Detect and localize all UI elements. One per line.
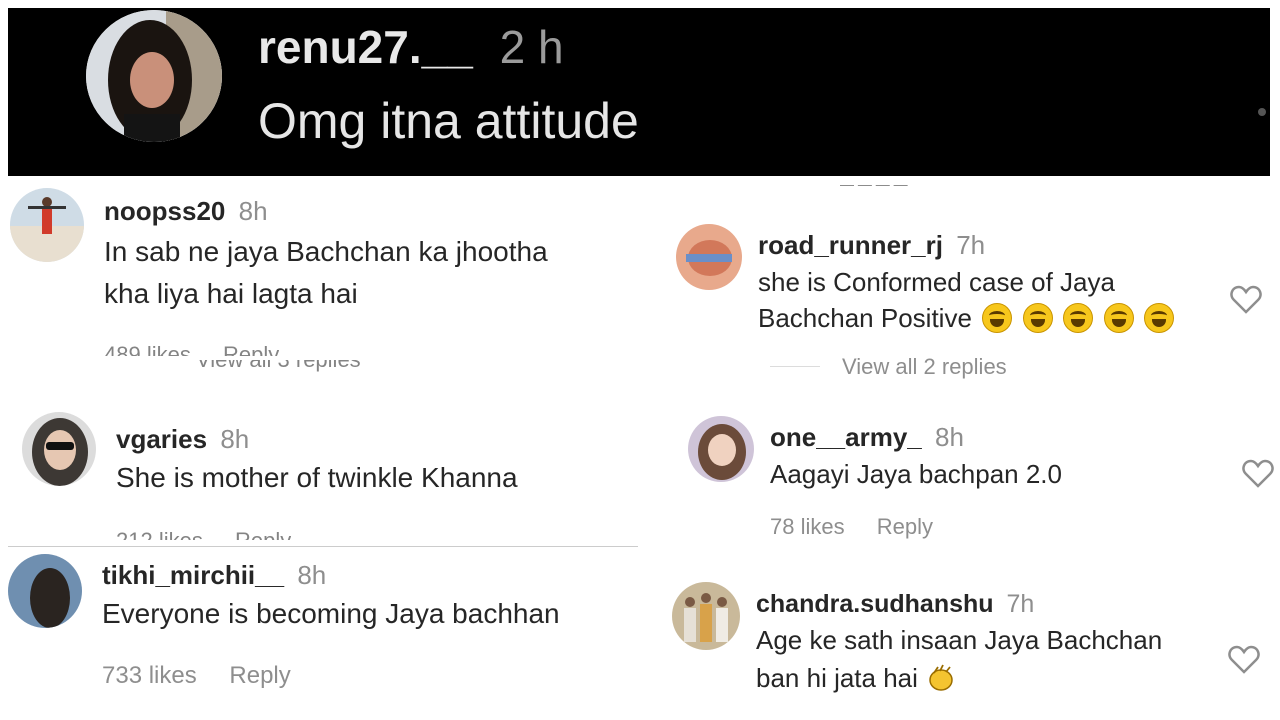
laughing-emoji-icon (1103, 303, 1134, 333)
featured-comment: renu27.__ 2 h Omg itna attitude (8, 8, 1270, 176)
comment-text: Omg itna attitude (258, 93, 639, 149)
laughing-emoji-icon (1063, 303, 1094, 333)
laughing-emoji-icon (982, 303, 1013, 333)
comment-meta: 489 likes Reply (104, 342, 279, 356)
comment-text: Everyone is becoming Jaya bachhan (102, 598, 560, 629)
like-count[interactable]: 212 likes (116, 528, 203, 540)
timestamp: 8h (935, 422, 964, 452)
reply-button[interactable]: Reply (235, 528, 291, 540)
timestamp: 8h (238, 196, 268, 226)
reply-button[interactable]: Reply (229, 662, 290, 689)
comment: vgaries 8h She is mother of twinkle Khan… (0, 404, 640, 544)
comment-text: Aagayi Jaya bachpan 2.0 (770, 459, 1062, 489)
comment-text: she is Conformed case of Jaya (758, 267, 1115, 297)
heart-icon[interactable] (1228, 644, 1260, 679)
laughing-emoji-icon (1144, 303, 1175, 333)
view-replies-link[interactable]: View all 2 replies (842, 354, 1007, 380)
view-replies-link[interactable]: View all 3 replies (196, 360, 416, 372)
avatar[interactable] (676, 224, 742, 290)
comment-text: Bachchan Positive (758, 303, 972, 333)
laughing-emoji-icon (1022, 303, 1053, 333)
reply-button[interactable]: Reply (223, 342, 279, 356)
comment: chandra.sudhanshu 7h Age ke sath insaan … (660, 578, 1280, 720)
partial-reply-indicator: — — — — (840, 176, 908, 188)
avatar[interactable] (10, 188, 84, 262)
username[interactable]: tikhi_mirchii__ (102, 560, 284, 590)
username[interactable]: chandra.sudhanshu (756, 590, 994, 618)
username[interactable]: vgaries (116, 424, 207, 454)
comment: noopss20 8h In sab ne jaya Bachchan ka j… (0, 180, 640, 360)
comment: one__army_ 8h Aagayi Jaya bachpan 2.0 78… (660, 408, 1280, 544)
view-replies-label: View all 3 replies (196, 360, 361, 372)
comment-text: kha liya hai lagta hai (104, 278, 358, 309)
avatar[interactable] (8, 554, 82, 628)
comment-meta: 733 likes Reply (102, 662, 291, 690)
comment-text: She is mother of twinkle Khanna (116, 462, 518, 493)
avatar[interactable] (22, 412, 96, 486)
timestamp: 7h (956, 230, 986, 260)
heart-icon[interactable] (1242, 458, 1274, 493)
username[interactable]: renu27.__ (258, 21, 473, 73)
divider (8, 546, 638, 547)
clapping-hands-icon (926, 663, 956, 698)
view-replies-label: View all 2 replies (842, 354, 1007, 379)
divider (770, 366, 820, 367)
username[interactable]: one__army_ (770, 422, 922, 452)
reply-button[interactable]: Reply (877, 514, 933, 539)
timestamp: 8h (297, 560, 327, 590)
avatar[interactable] (688, 416, 754, 482)
avatar[interactable] (672, 582, 740, 650)
like-count[interactable]: 78 likes (770, 514, 845, 539)
avatar[interactable] (86, 10, 222, 142)
timestamp: 2 h (499, 21, 564, 73)
username[interactable]: noopss20 (104, 196, 225, 226)
heart-icon[interactable] (1230, 284, 1262, 319)
three-dots-icon[interactable] (1258, 102, 1266, 122)
like-count[interactable]: 489 likes (104, 342, 191, 356)
timestamp: 7h (1006, 590, 1035, 618)
comment-text: Age ke sath insaan Jaya Bachchan (756, 625, 1163, 655)
timestamp: 8h (220, 424, 250, 454)
comment: tikhi_mirchii__ 8h Everyone is becoming … (0, 548, 640, 720)
comment-text: In sab ne jaya Bachchan ka jhootha (104, 236, 548, 267)
like-count[interactable]: 733 likes (102, 662, 197, 689)
comment-text: ban hi jata hai (756, 663, 918, 693)
comment: road_runner_rj 7h she is Conformed case … (660, 214, 1280, 384)
username[interactable]: road_runner_rj (758, 230, 943, 260)
comment-meta: 212 likes Reply (116, 528, 291, 540)
comment-meta: 78 likes Reply (770, 514, 933, 540)
